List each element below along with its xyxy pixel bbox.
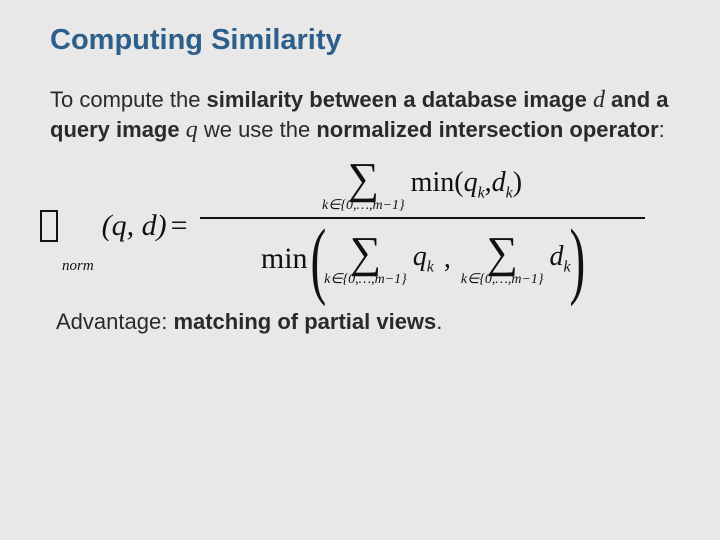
fraction: ∑ k∈{0,…,m−1} min(qk,dk) min ( ∑ k∈{0,…,… xyxy=(200,157,645,295)
sum-den-q: ∑ k∈{0,…,m−1} xyxy=(324,231,407,287)
period: . xyxy=(436,309,442,334)
args: (q, d) xyxy=(102,209,167,243)
denominator: min ( ∑ k∈{0,…,m−1} qk , ∑ k∈{0,…,m−1} d… xyxy=(261,223,583,295)
qk-term: qk xyxy=(413,241,434,277)
equals: = xyxy=(171,209,188,243)
slide-title: Computing Similarity xyxy=(50,24,670,57)
advantage-bold: matching of partial views xyxy=(173,309,436,334)
k-sub: k xyxy=(478,185,485,202)
text: To compute the xyxy=(50,87,207,112)
advantage-label: Advantage: xyxy=(56,309,173,334)
text: : xyxy=(659,117,665,142)
min-open: min( xyxy=(411,167,464,198)
k-sub: k xyxy=(506,185,513,202)
comma: , xyxy=(444,243,451,275)
q: q xyxy=(464,167,478,198)
formula: norm (q, d) = ∑ k∈{0,…,m−1} min(qk,dk) m… xyxy=(40,157,680,295)
comma: , xyxy=(485,167,492,198)
min-fn: min xyxy=(261,242,308,276)
q: q xyxy=(413,241,427,272)
close-paren: ) xyxy=(513,167,522,198)
var-d: d xyxy=(593,87,605,113)
formula-args: (q, d) = xyxy=(102,209,194,243)
bold-similarity: similarity between a database image xyxy=(207,87,593,112)
var-q: q xyxy=(186,117,198,143)
numerator: ∑ k∈{0,…,m−1} min(qk,dk) xyxy=(322,157,522,213)
intersection-symbol xyxy=(40,210,58,242)
sum-sub: k∈{0,…,m−1} xyxy=(461,273,544,287)
sum-sub: k∈{0,…,m−1} xyxy=(324,273,407,287)
text: we use the xyxy=(198,117,317,142)
intro-paragraph: To compute the similarity between a data… xyxy=(50,85,670,145)
sum-sub: k∈{0,…,m−1} xyxy=(322,199,405,213)
k-sub: k xyxy=(427,259,434,276)
formula-lhs xyxy=(40,210,60,242)
dk-term: dk xyxy=(550,241,571,277)
advantage-line: Advantage: matching of partial views. xyxy=(50,309,670,335)
close-paren-icon: ) xyxy=(569,223,585,295)
open-paren-icon: ( xyxy=(310,223,326,295)
sum-numerator: ∑ k∈{0,…,m−1} xyxy=(322,157,405,213)
sigma-icon: ∑ xyxy=(487,231,518,275)
sigma-icon: ∑ xyxy=(348,157,379,201)
d: d xyxy=(550,241,564,272)
d: d xyxy=(492,167,506,198)
bold-operator: normalized intersection operator xyxy=(316,117,658,142)
num-term: min(qk,dk) xyxy=(411,167,522,203)
sum-den-d: ∑ k∈{0,…,m−1} xyxy=(461,231,544,287)
sigma-icon: ∑ xyxy=(350,231,381,275)
norm-subscript: norm xyxy=(62,258,94,275)
